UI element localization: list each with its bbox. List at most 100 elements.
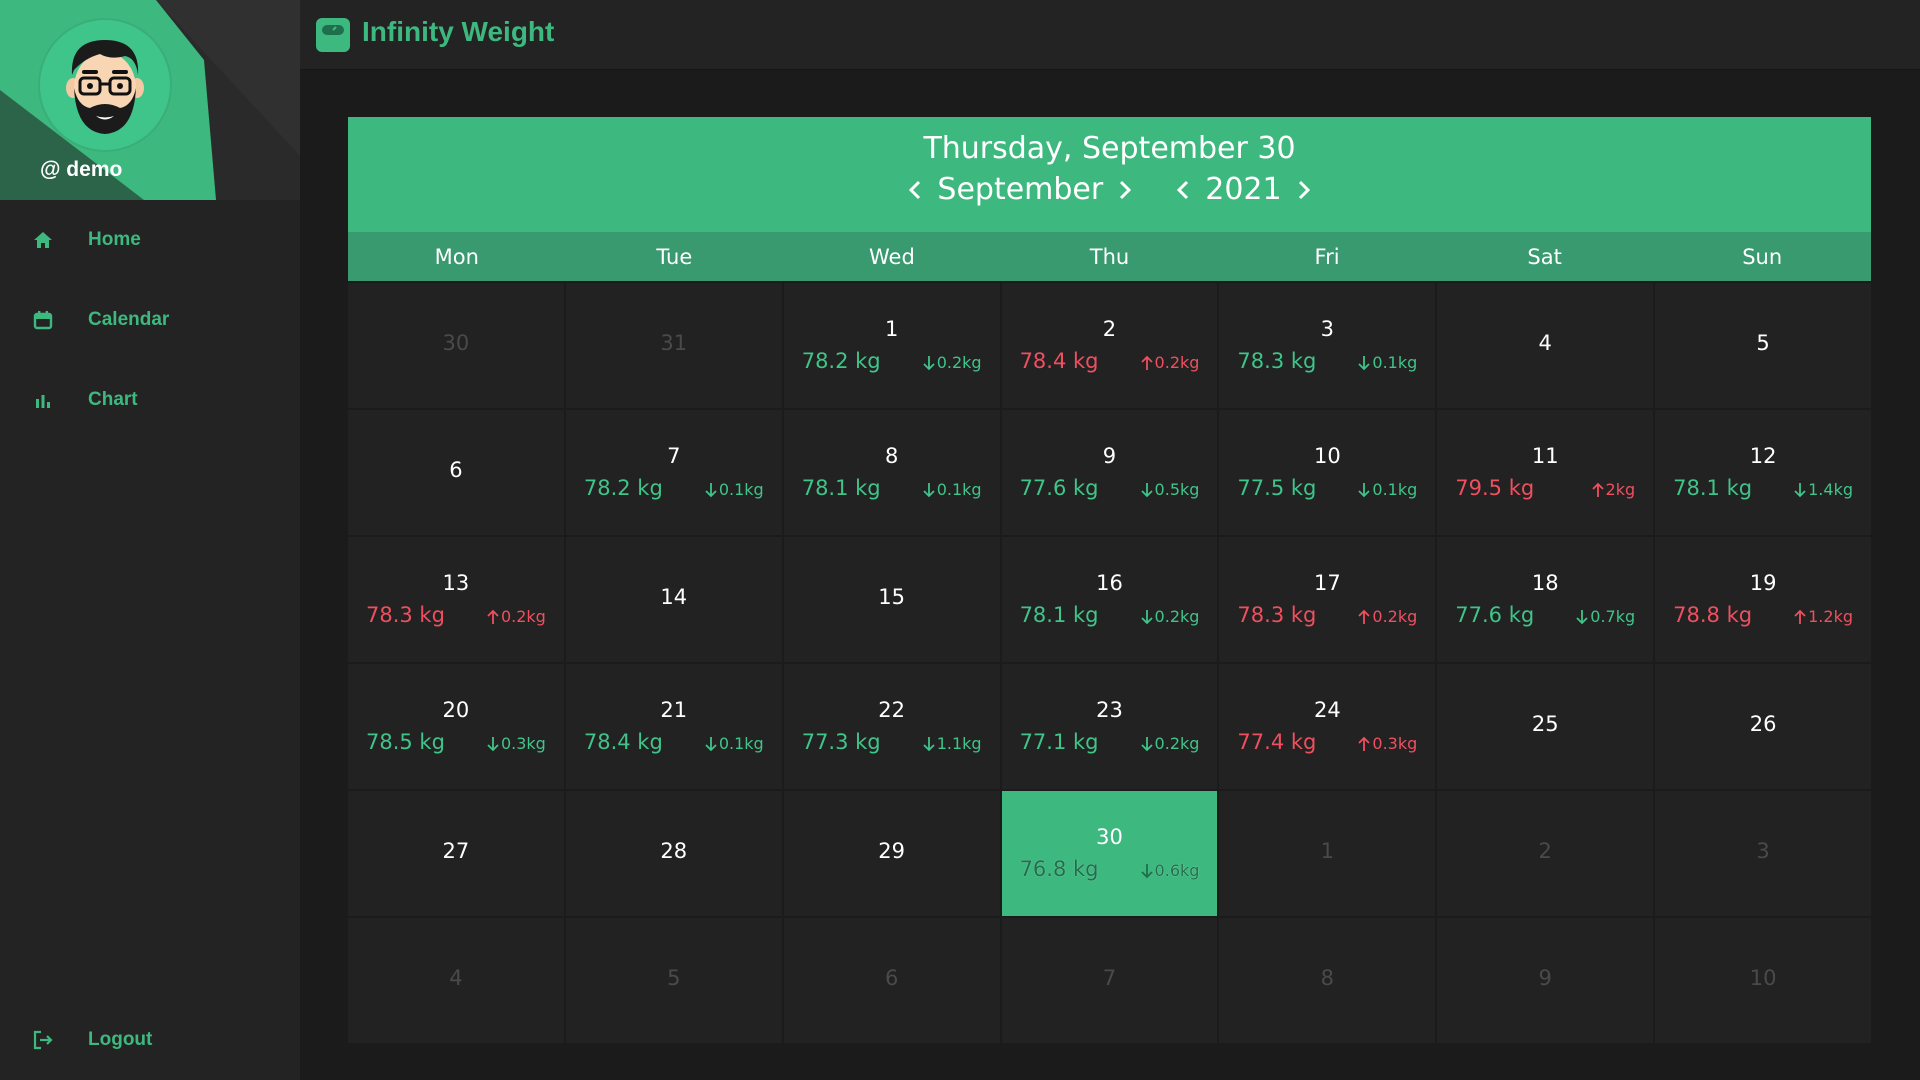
weight-change: 0.2kg (1140, 734, 1200, 753)
day-cell[interactable]: 1 78.2 kg 0.2kg (783, 283, 1000, 408)
weight-value: 78.3 kg (1237, 349, 1317, 373)
day-cell[interactable]: 15 (783, 537, 1000, 662)
day-cell[interactable]: 29 (783, 791, 1000, 916)
next-month-button[interactable] (1111, 174, 1139, 206)
day-number: 22 (878, 698, 905, 722)
day-cell[interactable]: 1 (1219, 791, 1436, 916)
weight-value: 77.6 kg (1455, 603, 1535, 627)
profile-card: @ demo (0, 0, 300, 200)
day-cell[interactable]: 27 (348, 791, 564, 916)
sidebar-item-label: Home (88, 229, 141, 250)
weight-change-value: 0.3kg (1372, 734, 1418, 753)
day-cell[interactable]: 19 78.8 kg 1.2kg (1655, 537, 1871, 662)
calendar-header: Thursday, September 30 September 2021 (348, 117, 1871, 232)
day-cell[interactable]: 12 78.1 kg 1.4kg (1655, 410, 1871, 535)
arrow-up-icon (1358, 736, 1371, 751)
day-cell[interactable]: 5 (1655, 283, 1871, 408)
arrow-down-icon (705, 736, 717, 751)
calendar-icon (32, 309, 54, 331)
day-number: 12 (1749, 444, 1777, 468)
day-cell[interactable]: 14 (565, 537, 782, 662)
day-number: 17 (1313, 571, 1341, 595)
day-cell[interactable]: 4 (348, 918, 564, 1043)
chevron-right-icon (1298, 180, 1310, 199)
day-cell[interactable]: 11 79.5 kg 2kg (1437, 410, 1654, 535)
weight-change: 0.6kg (1140, 861, 1199, 880)
day-cell[interactable]: 6 (348, 410, 564, 535)
weight-change: 0.2kg (487, 607, 546, 626)
day-cell[interactable]: 24 77.4 kg 0.3kg (1219, 664, 1436, 789)
next-year-button[interactable] (1290, 174, 1318, 206)
day-cell[interactable]: 16 78.1 kg 0.2kg (1001, 537, 1218, 662)
sidebar-item-chart[interactable]: Chart (0, 370, 300, 430)
weight-change-value: 0.2kg (1154, 734, 1200, 753)
weight-change-value: 1.2kg (1808, 607, 1853, 626)
day-cell[interactable]: 26 (1655, 664, 1871, 789)
day-cell[interactable]: 13 78.3 kg 0.2kg (348, 537, 564, 662)
day-cell[interactable]: 7 78.2 kg 0.1kg (565, 410, 782, 535)
day-cell[interactable]: 31 (565, 283, 782, 408)
arrow-up-icon (1794, 609, 1806, 624)
day-number: 8 (1320, 966, 1335, 990)
arrow-down-icon (1358, 355, 1371, 370)
day-cell[interactable]: 20 78.5 kg 0.3kg (348, 664, 564, 789)
weekday-label: Tue (656, 244, 693, 269)
weight-value: 78.2 kg (583, 476, 663, 500)
day-cell[interactable]: 10 77.5 kg 0.1kg (1219, 410, 1436, 535)
day-cell[interactable]: 25 (1437, 664, 1654, 789)
weight-change: 0.2kg (1140, 607, 1200, 626)
day-cell[interactable]: 10 (1655, 918, 1871, 1043)
day-number: 9 (1102, 444, 1117, 468)
day-cell[interactable]: 23 77.1 kg 0.2kg (1001, 664, 1218, 789)
day-cell-selected[interactable]: 30 76.8 kg 0.6kg (1001, 791, 1218, 916)
day-cell[interactable]: 2 78.4 kg 0.2kg (1001, 283, 1218, 408)
day-number: 13 (442, 571, 470, 595)
day-cell[interactable]: 3 (1655, 791, 1871, 916)
day-cell[interactable]: 28 (565, 791, 782, 916)
day-number: 5 (667, 966, 681, 990)
day-cell[interactable]: 5 (565, 918, 782, 1043)
weight-change: 0.1kg (1358, 480, 1417, 499)
weight-change-value: 0.1kg (718, 734, 764, 753)
weight-change-value: 0.3kg (500, 734, 546, 753)
day-cell[interactable]: 9 77.6 kg 0.5kg (1001, 410, 1218, 535)
day-cell[interactable]: 7 (1001, 918, 1218, 1043)
day-number: 24 (1313, 698, 1341, 722)
chevron-right-icon (1120, 180, 1132, 199)
day-cell[interactable]: 30 (348, 283, 564, 408)
arrow-down-icon (1140, 609, 1153, 624)
sidebar-item-home[interactable]: Home (0, 210, 300, 270)
day-number: 10 (1313, 444, 1341, 468)
day-number: 18 (1531, 571, 1559, 595)
day-number: 5 (1756, 331, 1770, 355)
sidebar-item-logout[interactable]: Logout (0, 1010, 300, 1070)
day-cell[interactable]: 9 (1437, 918, 1654, 1043)
top-bar: Infinity Weight (300, 0, 1920, 70)
day-cell[interactable]: 3 78.3 kg 0.1kg (1219, 283, 1436, 408)
day-cell[interactable]: 17 78.3 kg 0.2kg (1219, 537, 1436, 662)
weekday-label: Fri (1314, 244, 1340, 269)
weight-change: 0.3kg (1358, 734, 1417, 753)
day-cell[interactable]: 8 (1219, 918, 1436, 1043)
prev-year-button[interactable] (1169, 174, 1197, 206)
day-number: 9 (1538, 966, 1552, 990)
day-cell[interactable]: 2 (1437, 791, 1654, 916)
day-number: 10 (1749, 966, 1777, 990)
day-cell[interactable]: 22 77.3 kg 1.1kg (783, 664, 1000, 789)
weight-value: 78.1 kg (1673, 476, 1753, 500)
arrow-up-icon (1591, 482, 1604, 497)
day-cell[interactable]: 4 (1437, 283, 1654, 408)
sidebar-item-label: Calendar (88, 309, 170, 330)
weight-change: 0.1kg (1358, 353, 1417, 372)
sidebar-item-calendar[interactable]: Calendar (0, 290, 300, 350)
day-number: 27 (442, 839, 470, 863)
day-cell[interactable]: 6 (783, 918, 1000, 1043)
weight-change-value: 0.2kg (1154, 353, 1200, 372)
weight-change-value: 0.2kg (1154, 607, 1200, 626)
day-cell[interactable]: 8 78.1 kg 0.1kg (783, 410, 1000, 535)
weight-value: 77.6 kg (1019, 476, 1099, 500)
day-cell[interactable]: 21 78.4 kg 0.1kg (565, 664, 782, 789)
avatar[interactable] (40, 20, 170, 150)
day-cell[interactable]: 18 77.6 kg 0.7kg (1437, 537, 1654, 662)
prev-month-button[interactable] (901, 174, 929, 206)
